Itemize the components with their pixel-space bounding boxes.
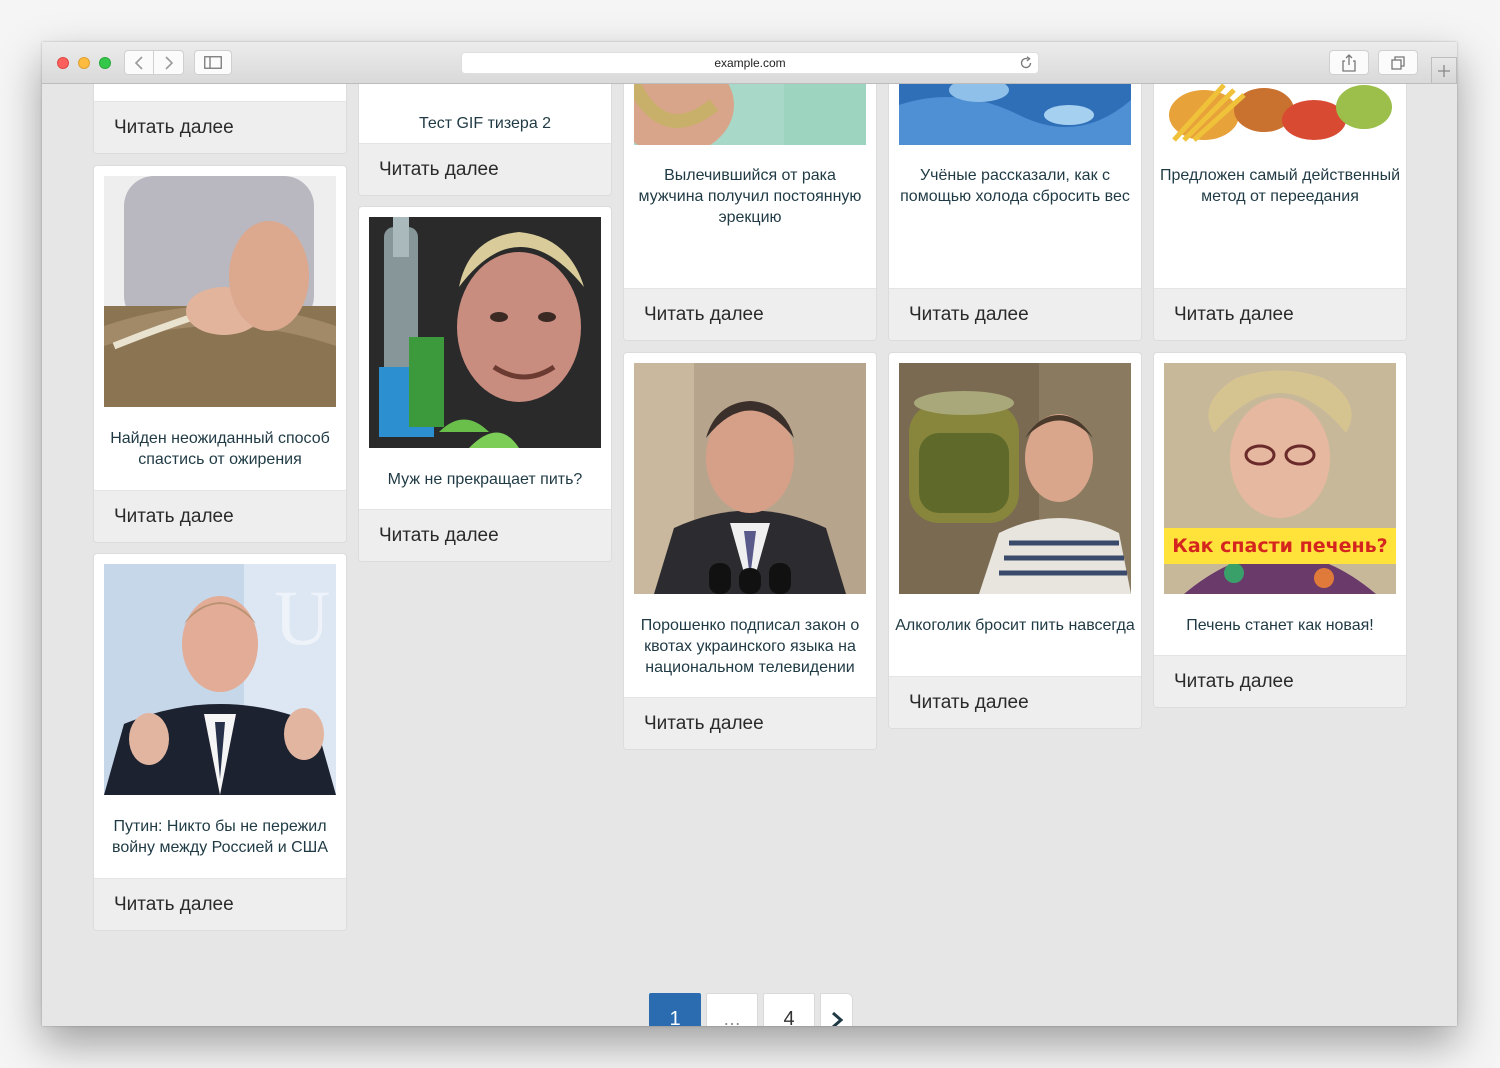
card-title[interactable]: Порошенко подписал закон о квотах украин… xyxy=(630,615,870,678)
card-image[interactable]: U xyxy=(104,564,336,795)
page-content: Читать далее Найден неожиданный способ с… xyxy=(42,84,1457,1026)
card-title[interactable]: Алкоголик бросит пить навсегда xyxy=(895,615,1135,636)
read-more-link[interactable]: Читать далее xyxy=(94,101,346,153)
zoom-window-button[interactable] xyxy=(99,57,111,69)
read-more-link[interactable]: Читать далее xyxy=(889,288,1141,340)
next-page-button[interactable] xyxy=(820,993,853,1026)
new-tab-button[interactable] xyxy=(1431,57,1457,84)
page-ellipsis: … xyxy=(706,993,758,1026)
card-title[interactable]: Вылечившийся от рака мужчина получил пос… xyxy=(630,165,870,228)
page-button-current[interactable]: 1 xyxy=(649,993,701,1026)
browser-toolbar: example.com xyxy=(42,42,1457,84)
tabs-overview-icon xyxy=(1391,55,1405,70)
share-button[interactable] xyxy=(1329,50,1369,75)
chevron-right-icon xyxy=(164,55,173,70)
news-card[interactable]: Вылечившийся от рака мужчина получил пос… xyxy=(623,84,877,341)
url-text: example.com xyxy=(714,56,786,70)
image-banner-text: Как спасти печень? xyxy=(1172,535,1388,557)
news-card[interactable]: Читать далее xyxy=(93,84,347,154)
browser-window: example.com Читать далее Найден неожидан… xyxy=(42,42,1457,1026)
news-card[interactable]: Порошенко подписал закон о квотах украин… xyxy=(623,352,877,750)
forward-button[interactable] xyxy=(154,50,184,75)
read-more-link[interactable]: Читать далее xyxy=(94,878,346,930)
sidebar-toggle-button[interactable] xyxy=(194,50,232,75)
pagination: 1 … 4 xyxy=(649,993,853,1026)
news-card[interactable]: Учёные рассказали, как с помощью холода … xyxy=(888,84,1142,341)
card-title[interactable]: Тест GIF тизера 2 xyxy=(365,113,605,134)
plus-icon xyxy=(1438,64,1450,77)
card-title[interactable]: Учёные рассказали, как с помощью холода … xyxy=(895,165,1135,207)
chevron-right-icon xyxy=(831,1011,843,1026)
read-more-link[interactable]: Читать далее xyxy=(359,509,611,561)
news-card[interactable]: U Путин: Никто бы не пережил войну между… xyxy=(93,553,347,931)
card-image[interactable] xyxy=(634,363,866,594)
card-image[interactable] xyxy=(104,176,336,407)
card-image[interactable] xyxy=(634,84,866,145)
reload-icon[interactable] xyxy=(1019,56,1033,70)
show-tabs-button[interactable] xyxy=(1378,50,1418,75)
read-more-link[interactable]: Читать далее xyxy=(624,697,876,749)
card-image[interactable] xyxy=(369,217,601,448)
news-card[interactable]: Как спасти печень? Печень станет как нов… xyxy=(1153,352,1407,708)
news-card[interactable]: Тест GIF тизера 2 Читать далее xyxy=(358,84,612,196)
card-title[interactable]: Муж не прекращает пить? xyxy=(365,469,605,490)
news-card[interactable]: Алкоголик бросит пить навсегда Читать да… xyxy=(888,352,1142,729)
address-bar[interactable]: example.com xyxy=(461,52,1039,74)
read-more-link[interactable]: Читать далее xyxy=(359,143,611,195)
read-more-link[interactable]: Читать далее xyxy=(889,676,1141,728)
news-card[interactable]: Муж не прекращает пить? Читать далее xyxy=(358,206,612,562)
card-title[interactable]: Предложен самый действенный метод от пер… xyxy=(1160,165,1400,207)
card-title[interactable]: Печень станет как новая! xyxy=(1160,615,1400,636)
read-more-link[interactable]: Читать далее xyxy=(1154,288,1406,340)
close-window-button[interactable] xyxy=(57,57,69,69)
share-icon xyxy=(1342,53,1356,72)
card-image[interactable] xyxy=(899,363,1131,594)
card-image[interactable] xyxy=(1164,84,1396,145)
minimize-window-button[interactable] xyxy=(78,57,90,69)
svg-text:U: U xyxy=(274,574,330,661)
read-more-link[interactable]: Читать далее xyxy=(624,288,876,340)
read-more-link[interactable]: Читать далее xyxy=(94,490,346,542)
sidebar-icon xyxy=(204,56,222,69)
news-card[interactable]: Предложен самый действенный метод от пер… xyxy=(1153,84,1407,341)
card-title[interactable]: Найден неожиданный способ спастись от ож… xyxy=(100,428,340,470)
card-title[interactable]: Путин: Никто бы не пережил войну между Р… xyxy=(100,816,340,858)
card-image[interactable] xyxy=(899,84,1131,145)
card-image[interactable]: Как спасти печень? xyxy=(1164,363,1396,594)
chevron-left-icon xyxy=(134,55,143,70)
read-more-link[interactable]: Читать далее xyxy=(1154,655,1406,707)
news-card[interactable]: Найден неожиданный способ спастись от ож… xyxy=(93,165,347,543)
back-button[interactable] xyxy=(124,50,154,75)
page-button-last[interactable]: 4 xyxy=(763,993,815,1026)
